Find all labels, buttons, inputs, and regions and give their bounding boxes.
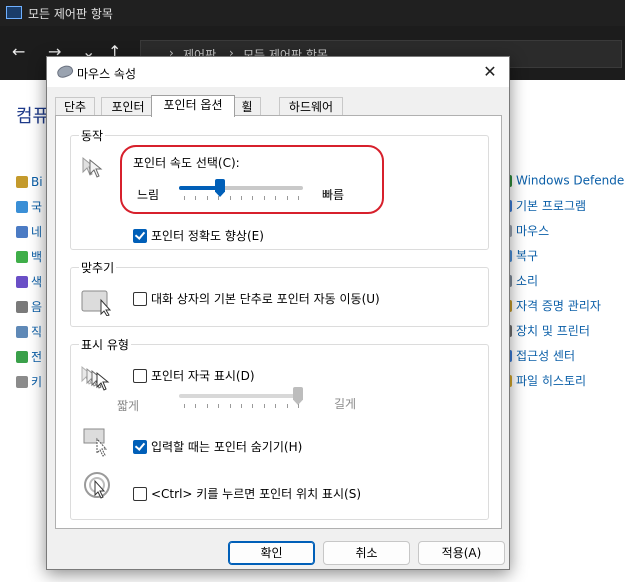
control-panel-item[interactable]: 기본 프로그램 xyxy=(500,197,586,214)
slider-tick xyxy=(230,404,231,408)
slider-tick xyxy=(195,404,196,408)
ok-button[interactable]: 확인 xyxy=(228,541,315,565)
control-panel-item[interactable]: 백 xyxy=(16,248,44,264)
checkbox-box[interactable] xyxy=(133,368,147,383)
control-panel-item[interactable]: 장치 및 프린터 xyxy=(500,322,590,339)
control-panel-item[interactable]: 음 xyxy=(16,298,44,314)
control-panel-item[interactable]: 자격 증명 관리자 xyxy=(500,297,601,314)
speed-highlight-outline xyxy=(120,145,384,214)
item-icon xyxy=(16,375,28,388)
short-label: 짧게 xyxy=(117,399,140,413)
background-titlebar: 모든 제어판 항목 xyxy=(0,0,625,26)
control-panel-item[interactable]: 키 xyxy=(16,373,44,389)
show-location-ctrl-checkbox[interactable]: <Ctrl> 키를 누르면 포인터 위치 표시(S) xyxy=(133,485,361,502)
hide-while-typing-checkbox[interactable]: 입력할 때는 포인터 숨기기(H) xyxy=(133,438,302,455)
control-panel-item[interactable]: 색 xyxy=(16,273,44,289)
control-panel-item[interactable]: 네 xyxy=(16,223,44,239)
show-location-icon xyxy=(84,472,110,499)
close-button[interactable]: ✕ xyxy=(479,61,501,83)
pointer-trails-icon xyxy=(81,365,110,391)
item-icon xyxy=(16,200,28,213)
slider-tick xyxy=(264,404,265,408)
visibility-group-title: 표시 유형 xyxy=(79,336,131,353)
control-panel-item[interactable]: Windows Defender xyxy=(500,173,625,188)
snap-to-default-checkbox[interactable]: 대화 상자의 기본 단추로 포인터 자동 이동(U) xyxy=(133,290,380,307)
control-panel-item[interactable]: 파일 히스토리 xyxy=(500,372,586,389)
slider-track xyxy=(179,394,303,398)
item-icon xyxy=(16,350,28,363)
item-icon xyxy=(16,325,28,338)
snap-to-group-title: 맞추기 xyxy=(79,259,117,276)
control-panel-icon xyxy=(6,6,22,19)
item-icon xyxy=(16,175,28,188)
control-panel-item[interactable]: 국 xyxy=(16,198,44,214)
slider-tick xyxy=(218,404,219,408)
slider-thumb[interactable] xyxy=(293,387,303,405)
hide-pointer-icon xyxy=(83,428,108,457)
pointer-speed-icon xyxy=(82,156,103,178)
control-panel-item[interactable]: Bi xyxy=(16,174,44,190)
long-label: 길게 xyxy=(334,397,357,411)
slider-tick xyxy=(241,404,242,408)
motion-group-title: 동작 xyxy=(79,127,106,144)
item-icon xyxy=(16,250,28,263)
slider-tick xyxy=(207,404,208,408)
mouse-properties-dialog: 마우스 속성 ✕ 단추 포인터 포인터 옵션 휠 하드웨어 동작 포인터 속도 … xyxy=(46,56,510,570)
mouse-icon xyxy=(55,63,75,80)
slider-tick xyxy=(287,404,288,408)
checkbox-box[interactable] xyxy=(133,228,147,243)
visibility-group: 표시 유형 포인터 자국 표시(D) 짧게 길게 입력할 때는 포인터 숨기기(… xyxy=(70,336,489,520)
snap-to-icon xyxy=(81,290,112,316)
item-icon xyxy=(16,300,28,313)
checkbox-box[interactable] xyxy=(133,291,147,306)
apply-button[interactable]: 적용(A) xyxy=(418,541,505,565)
control-panel-item[interactable]: 전 xyxy=(16,348,44,364)
item-icon xyxy=(16,225,28,238)
slider-tick xyxy=(184,404,185,408)
checkbox-box[interactable] xyxy=(133,486,147,501)
cancel-button[interactable]: 취소 xyxy=(323,541,410,565)
dialog-title: 마우스 속성 xyxy=(77,67,137,81)
back-arrow-icon[interactable]: ← xyxy=(12,42,25,61)
pointer-trails-checkbox[interactable]: 포인터 자국 표시(D) xyxy=(133,367,255,384)
tab-hardware[interactable]: 하드웨어 xyxy=(279,97,343,116)
item-icon xyxy=(16,275,28,288)
tab-wheel[interactable]: 휠 xyxy=(233,97,261,116)
slider-tick xyxy=(275,404,276,408)
background-window-title: 모든 제어판 항목 xyxy=(28,7,113,21)
checkbox-box[interactable] xyxy=(133,439,147,454)
control-panel-item[interactable]: 직 xyxy=(16,323,44,339)
slider-tick xyxy=(298,404,299,408)
snap-to-group: 맞추기 대화 상자의 기본 단추로 포인터 자동 이동(U) xyxy=(70,259,489,327)
tab-pointer-options[interactable]: 포인터 옵션 xyxy=(151,95,235,117)
tab-buttons[interactable]: 단추 xyxy=(55,97,95,116)
slider-tick xyxy=(252,404,253,408)
dialog-titlebar: 마우스 속성 ✕ xyxy=(47,57,509,87)
tab-pointers[interactable]: 포인터 xyxy=(101,97,155,116)
enhance-precision-checkbox[interactable]: 포인터 정확도 향상(E) xyxy=(133,227,264,244)
page-heading: 컴퓨 xyxy=(16,106,50,127)
control-panel-item[interactable]: 접근성 센터 xyxy=(500,347,575,364)
pointer-trails-slider[interactable] xyxy=(179,387,303,415)
